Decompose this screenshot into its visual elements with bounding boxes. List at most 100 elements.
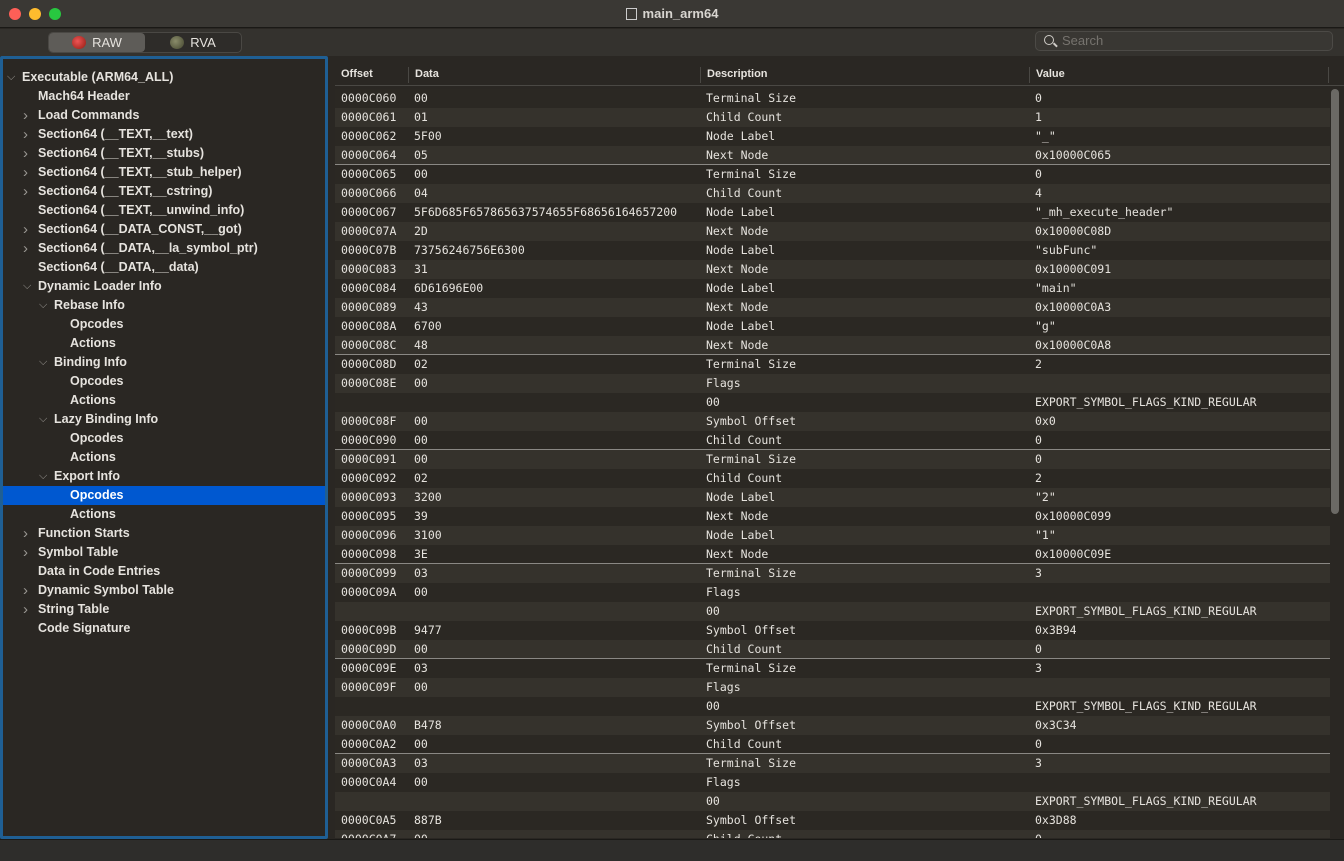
table-row[interactable]: 0000C08F 00 Symbol Offset 0x0 (335, 412, 1330, 431)
table-row[interactable]: 0000C096 3100 Node Label "1" (335, 526, 1330, 545)
sidebar-item[interactable]: › Section64 (__TEXT,__text) (3, 125, 325, 144)
chevron-right-icon[interactable]: › (23, 125, 28, 144)
chevron-right-icon[interactable]: › (23, 220, 28, 239)
table-row[interactable]: 0000C084 6D61696E00 Node Label "main" (335, 279, 1330, 298)
table-row[interactable]: 0000C067 5F6D685F657865637574655F68656164… (335, 203, 1330, 222)
sidebar-item-label: Section64 (__DATA_CONST,__got) (38, 222, 242, 236)
chevron-right-icon[interactable]: › (23, 239, 28, 258)
table-row[interactable]: 0000C0A0 B478 Symbol Offset 0x3C34 (335, 716, 1330, 735)
column-header-description[interactable]: Description (700, 67, 768, 83)
table-row[interactable]: 0000C09E 03 Terminal Size 3 (335, 659, 1330, 678)
chevron-right-icon[interactable]: › (23, 581, 28, 600)
sidebar-item[interactable]: › Dynamic Symbol Table (3, 581, 325, 600)
chevron-right-icon[interactable]: › (23, 182, 28, 201)
chevron-right-icon[interactable]: › (23, 600, 28, 619)
table-row[interactable]: 0000C0A7 00 Child Count 0 (335, 830, 1330, 838)
table-row[interactable]: 0000C064 05 Next Node 0x10000C065 (335, 146, 1330, 165)
table-row[interactable]: 0000C091 00 Terminal Size 0 (335, 450, 1330, 469)
table-row[interactable]: 00 EXPORT_SYMBOL_FLAGS_KIND_REGULAR (335, 697, 1330, 716)
table-row[interactable]: 0000C09A 00 Flags (335, 583, 1330, 602)
table-row[interactable]: 0000C093 3200 Node Label "2" (335, 488, 1330, 507)
sidebar-item[interactable]: ⌵ Rebase Info (3, 296, 325, 315)
search-input[interactable]: Search (1035, 31, 1333, 51)
column-header-offset[interactable]: Offset (335, 67, 373, 83)
chevron-right-icon[interactable]: › (23, 543, 28, 562)
table-row[interactable]: 0000C08A 6700 Node Label "g" (335, 317, 1330, 336)
sidebar-item[interactable]: ⌵ Dynamic Loader Info (3, 277, 325, 296)
sidebar-item[interactable]: Actions (3, 391, 325, 410)
sidebar-item[interactable]: Actions (3, 334, 325, 353)
rva-button[interactable]: RVA (145, 33, 241, 52)
raw-button[interactable]: RAW (49, 33, 145, 52)
chevron-right-icon[interactable]: › (23, 524, 28, 543)
cell-offset: 0000C08D (341, 357, 397, 371)
sidebar-item[interactable]: › String Table (3, 600, 325, 619)
sidebar-item[interactable]: › Section64 (__TEXT,__stubs) (3, 144, 325, 163)
table-row[interactable]: 0000C0A2 00 Child Count 0 (335, 735, 1330, 754)
table-row[interactable]: 0000C062 5F00 Node Label "_" (335, 127, 1330, 146)
cell-description: Child Count (706, 830, 782, 838)
table-row[interactable]: 0000C08E 00 Flags (335, 374, 1330, 393)
table-row[interactable]: 0000C07A 2D Next Node 0x10000C08D (335, 222, 1330, 241)
table-row[interactable]: 0000C08D 02 Terminal Size 2 (335, 355, 1330, 374)
chevron-right-icon[interactable]: › (23, 144, 28, 163)
cell-description: Child Count (706, 186, 783, 200)
table-row[interactable]: 0000C095 39 Next Node 0x10000C099 (335, 507, 1330, 526)
sidebar-item[interactable]: Opcodes (3, 429, 325, 448)
table-row[interactable]: 0000C092 02 Child Count 2 (335, 469, 1330, 488)
sidebar-item[interactable]: › Section64 (__TEXT,__cstring) (3, 182, 325, 201)
chevron-down-icon[interactable]: ⌵ (39, 410, 47, 429)
sidebar-item[interactable]: Section64 (__TEXT,__unwind_info) (3, 201, 325, 220)
table-row[interactable]: 00 EXPORT_SYMBOL_FLAGS_KIND_REGULAR (335, 393, 1330, 412)
sidebar-item[interactable]: › Section64 (__DATA_CONST,__got) (3, 220, 325, 239)
sidebar-item[interactable]: Section64 (__DATA,__data) (3, 258, 325, 277)
sidebar-item[interactable]: Opcodes (3, 372, 325, 391)
table-row[interactable]: 0000C083 31 Next Node 0x10000C091 (335, 260, 1330, 279)
sidebar-item[interactable]: ⌵ Executable (ARM64_ALL) (3, 68, 325, 87)
sidebar-item[interactable]: Code Signature (3, 619, 325, 638)
chevron-down-icon[interactable]: ⌵ (39, 296, 47, 315)
sidebar-item[interactable]: Mach64 Header (3, 87, 325, 106)
sidebar-item[interactable]: Actions (3, 448, 325, 467)
sidebar-item[interactable]: ⌵ Lazy Binding Info (3, 410, 325, 429)
chevron-down-icon[interactable]: ⌵ (23, 277, 31, 296)
table-row[interactable]: 00 EXPORT_SYMBOL_FLAGS_KIND_REGULAR (335, 792, 1330, 811)
sidebar-item[interactable]: Opcodes (3, 486, 325, 505)
chevron-down-icon[interactable]: ⌵ (39, 467, 47, 486)
sidebar-item[interactable]: › Section64 (__TEXT,__stub_helper) (3, 163, 325, 182)
table-row[interactable]: 0000C089 43 Next Node 0x10000C0A3 (335, 298, 1330, 317)
sidebar-item[interactable]: Opcodes (3, 315, 325, 334)
table-row[interactable]: 0000C065 00 Terminal Size 0 (335, 165, 1330, 184)
table-row[interactable]: 0000C098 3E Next Node 0x10000C09E (335, 545, 1330, 564)
table-row[interactable]: 0000C0A4 00 Flags (335, 773, 1330, 792)
vertical-scrollbar[interactable] (1331, 89, 1339, 514)
column-header-value[interactable]: Value (1029, 67, 1329, 83)
table-row[interactable]: 00 EXPORT_SYMBOL_FLAGS_KIND_REGULAR (335, 602, 1330, 621)
table-row[interactable]: 0000C090 00 Child Count 0 (335, 431, 1330, 450)
table-row[interactable]: 0000C09B 9477 Symbol Offset 0x3B94 (335, 621, 1330, 640)
table-row[interactable]: 0000C07B 73756246756E6300 Node Label "subFu… (335, 241, 1330, 260)
table-row[interactable]: 0000C08C 48 Next Node 0x10000C0A8 (335, 336, 1330, 355)
sidebar-item[interactable]: › Function Starts (3, 524, 325, 543)
sidebar-item[interactable]: › Section64 (__DATA,__la_symbol_ptr) (3, 239, 325, 258)
table-row[interactable]: 0000C0A5 887B Symbol Offset 0x3D88 (335, 811, 1330, 830)
table-row[interactable]: 0000C09D 00 Child Count 0 (335, 640, 1330, 659)
table-row[interactable]: 0000C09F 00 Flags (335, 678, 1330, 697)
table-row[interactable]: 0000C0A3 03 Terminal Size 3 (335, 754, 1330, 773)
chevron-down-icon[interactable]: ⌵ (7, 68, 15, 87)
sidebar-item[interactable]: › Symbol Table (3, 543, 325, 562)
table-row[interactable]: 0000C060 00 Terminal Size 0 (335, 89, 1330, 108)
chevron-right-icon[interactable]: › (23, 163, 28, 182)
column-header-data[interactable]: Data (408, 67, 439, 83)
cell-value: EXPORT_SYMBOL_FLAGS_KIND_REGULAR (1035, 794, 1257, 808)
sidebar-item[interactable]: Data in Code Entries (3, 562, 325, 581)
table-row[interactable]: 0000C066 04 Child Count 4 (335, 184, 1330, 203)
chevron-right-icon[interactable]: › (23, 106, 28, 125)
sidebar-item[interactable]: ⌵ Export Info (3, 467, 325, 486)
sidebar-item[interactable]: ⌵ Binding Info (3, 353, 325, 372)
sidebar-item[interactable]: Actions (3, 505, 325, 524)
table-row[interactable]: 0000C061 01 Child Count 1 (335, 108, 1330, 127)
chevron-down-icon[interactable]: ⌵ (39, 353, 47, 372)
table-row[interactable]: 0000C099 03 Terminal Size 3 (335, 564, 1330, 583)
sidebar-item[interactable]: › Load Commands (3, 106, 325, 125)
